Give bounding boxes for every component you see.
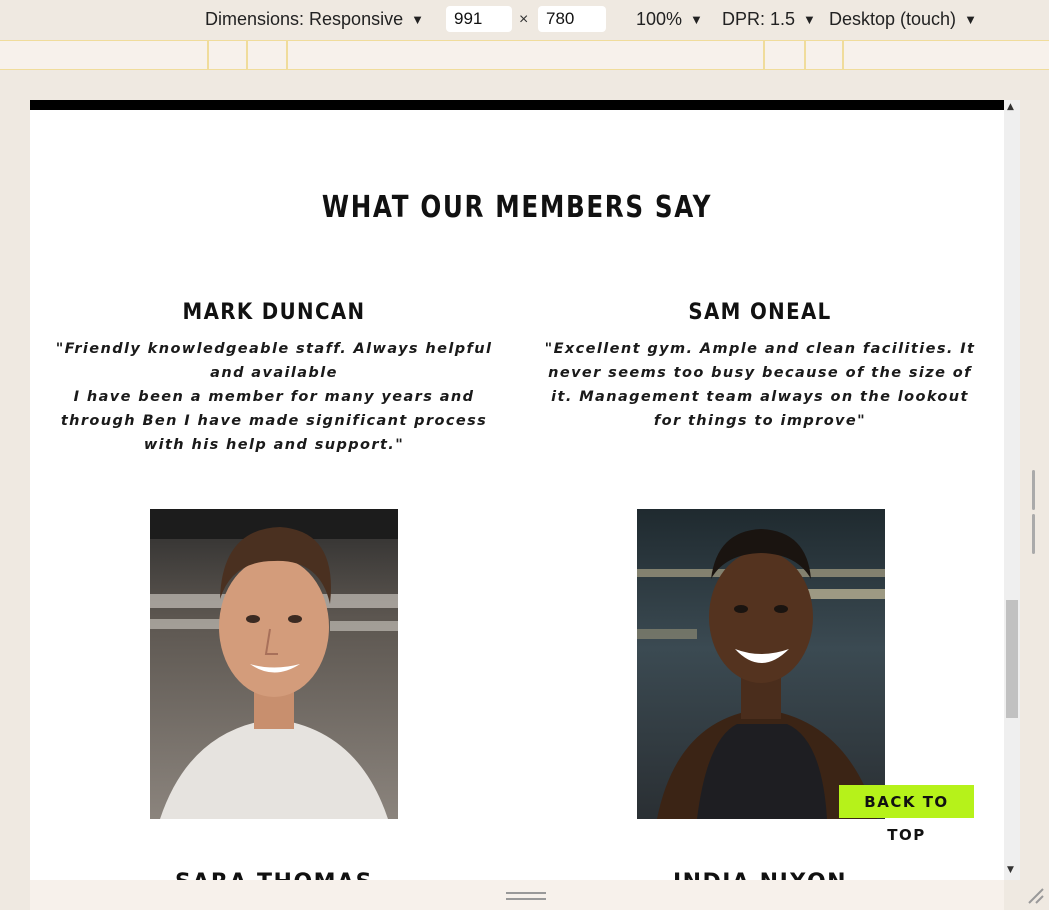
portrait-image: [637, 529, 885, 819]
scrollbar-thumb[interactable]: [1006, 600, 1018, 718]
ruler-marker: [246, 41, 248, 69]
testimonial-name: INDIA NIXON: [530, 870, 990, 880]
dimensions-label: Dimensions: Responsive: [205, 9, 404, 29]
resize-handle-bottom[interactable]: [30, 880, 1004, 910]
dpr-label: DPR: 1.5: [722, 9, 796, 29]
back-to-top-button[interactable]: BACK TO TOP: [839, 785, 974, 844]
viewport-gutter: [0, 70, 1049, 100]
ruler-marker: [763, 41, 765, 69]
scroll-up-arrow-icon[interactable]: ▲: [1007, 102, 1014, 112]
ruler-marker: [804, 41, 806, 69]
section-title: WHAT OUR MEMBERS SAY: [321, 190, 713, 225]
page-top-bar: [30, 100, 1004, 110]
testimonial-name: SARA THOMAS: [44, 870, 504, 880]
resize-handle-right[interactable]: [1032, 470, 1042, 554]
dimensions-dropdown[interactable]: Dimensions: Responsive ▼: [205, 9, 424, 30]
width-input[interactable]: 991: [446, 6, 512, 32]
ruler-marker: [842, 41, 844, 69]
times-symbol: ×: [519, 11, 529, 28]
ruler-marker: [286, 41, 288, 69]
ruler-marker: [207, 41, 209, 69]
testimonial-quote: "Excellent gym. Ample and clean faciliti…: [544, 341, 976, 429]
zoom-dropdown[interactable]: 100% ▼: [636, 9, 703, 30]
grip-icon: [506, 892, 546, 900]
testimonial-card: SAM ONEAL "Excellent gym. Ample and clea…: [530, 300, 990, 433]
portrait-image: [150, 509, 398, 819]
dpr-dropdown[interactable]: DPR: 1.5 ▼: [722, 9, 816, 30]
testimonial-name: SAM ONEAL: [688, 300, 832, 325]
testimonial-card: MARK DUNCAN "Friendly knowledgeable staf…: [44, 300, 504, 457]
member-photo-mark: [150, 509, 398, 819]
zoom-label: 100%: [636, 9, 683, 29]
chevron-down-icon: ▼: [690, 12, 703, 27]
testimonial-quote: "Friendly knowledgeable staff. Always he…: [55, 341, 493, 453]
height-input[interactable]: 780: [538, 6, 606, 32]
devtools-toolbar: Dimensions: Responsive ▼ 991 × 780 100% …: [0, 0, 1049, 40]
scroll-down-arrow-icon[interactable]: ▼: [1007, 865, 1014, 875]
chevron-down-icon: ▼: [411, 12, 424, 27]
media-query-ruler[interactable]: [0, 40, 1049, 70]
page-viewport: WHAT OUR MEMBERS SAY MARK DUNCAN "Friend…: [30, 100, 1004, 880]
device-mode-dropdown[interactable]: Desktop (touch) ▼: [829, 9, 977, 30]
device-mode-label: Desktop (touch): [829, 9, 957, 29]
vertical-scrollbar[interactable]: ▲ ▼: [1004, 100, 1020, 880]
resize-corner-icon[interactable]: [1025, 885, 1045, 905]
chevron-down-icon: ▼: [803, 12, 816, 27]
member-photo-sam: [637, 509, 885, 819]
chevron-down-icon: ▼: [964, 12, 977, 27]
testimonial-name: MARK DUNCAN: [182, 300, 366, 325]
